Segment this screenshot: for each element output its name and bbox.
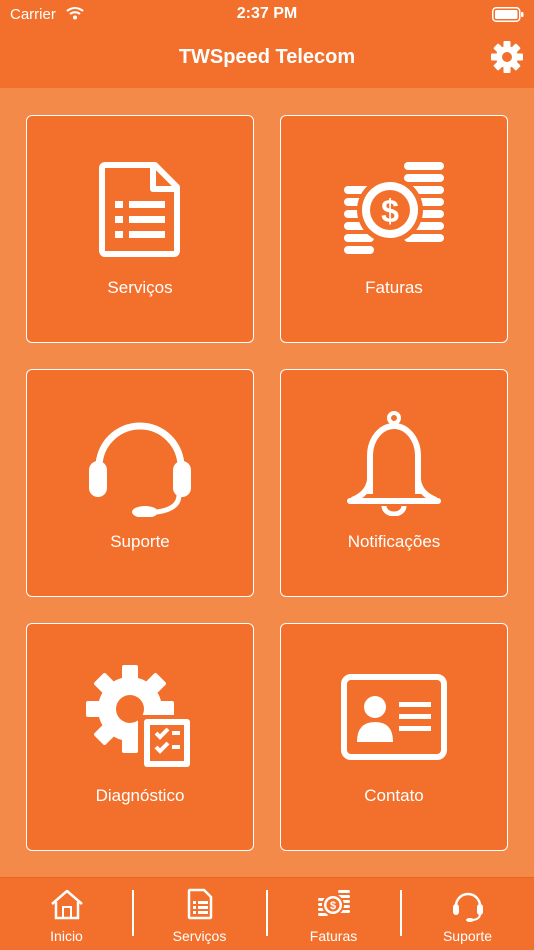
tile-diagnostico[interactable]: Diagnóstico: [26, 623, 254, 851]
battery-icon: [492, 7, 524, 22]
coins-dollar-icon: $: [317, 890, 350, 916]
tile-label: Diagnóstico: [95, 786, 185, 805]
tab-servicos[interactable]: Serviços: [133, 878, 266, 950]
coins-dollar-icon: $: [344, 162, 444, 254]
tab-label: Suporte: [442, 928, 493, 944]
clock: 2:37 PM: [236, 5, 298, 22]
svg-text:$: $: [381, 193, 399, 229]
gear-checklist-icon: [86, 665, 192, 769]
tab-faturas[interactable]: $ Faturas: [267, 878, 400, 950]
app-header: TWSpeed Telecom: [0, 30, 534, 88]
tile-label: Suporte: [110, 532, 170, 551]
home-icon: [50, 889, 83, 920]
tile-label: Notificações: [347, 532, 441, 551]
tile-notificacoes[interactable]: Notificações: [280, 369, 508, 597]
headset-icon: [452, 892, 483, 922]
document-list-icon: [187, 888, 212, 920]
tile-label: Serviços: [107, 278, 173, 297]
gear-icon[interactable]: [490, 40, 524, 74]
contact-card-icon: [341, 674, 447, 760]
tile-label: Contato: [364, 786, 424, 805]
svg-text:$: $: [329, 900, 335, 912]
document-list-icon: [99, 162, 180, 257]
tab-bar: Inicio Serviços $ Faturas Suporte: [0, 877, 534, 950]
headset-icon: [89, 422, 191, 517]
bell-icon: [347, 411, 441, 516]
tile-suporte[interactable]: Suporte: [26, 369, 254, 597]
page-title: TWSpeed Telecom: [178, 46, 356, 68]
tile-servicos[interactable]: Serviços: [26, 115, 254, 343]
tab-label: Faturas: [309, 928, 358, 944]
tile-label: Faturas: [365, 278, 423, 297]
tab-label: Serviços: [172, 928, 227, 944]
status-bar: Carrier 2:37 PM: [0, 0, 534, 30]
tab-label: Inicio: [50, 928, 83, 944]
tile-faturas[interactable]: $ Faturas: [280, 115, 508, 343]
tab-suporte[interactable]: Suporte: [401, 878, 534, 950]
tile-contato[interactable]: Contato: [280, 623, 508, 851]
tab-inicio[interactable]: Inicio: [0, 878, 133, 950]
